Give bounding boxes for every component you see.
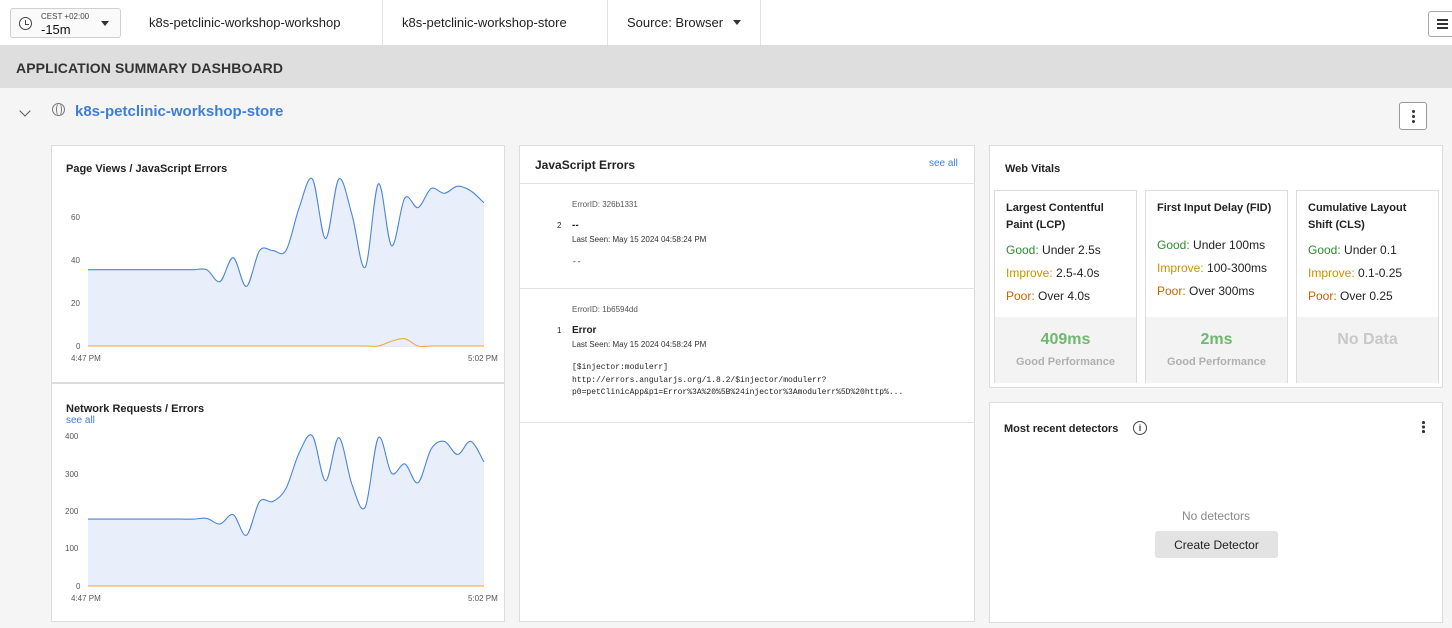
error-last-seen: Last Seen: May 15 2024 04:58:24 PM (572, 340, 707, 349)
vital-title: Cumulative Layout Shift (CLS) (1308, 202, 1407, 231)
vital-title: Largest Contentful Paint (LCP) (1006, 202, 1104, 231)
improve-label: Improve: (1157, 261, 1204, 275)
kebab-icon (1412, 110, 1415, 113)
detectors-title: Most recent detectors (1004, 423, 1119, 435)
vital-good-row: Good: Under 2.5s (1006, 243, 1101, 257)
poor-threshold: Over 0.25 (1336, 289, 1393, 303)
vital-value: No Data (1337, 331, 1398, 348)
app-name-link[interactable]: k8s-petclinic-workshop-store (75, 103, 283, 120)
good-threshold: Under 100ms (1189, 238, 1266, 252)
good-label: Good: (1157, 238, 1190, 252)
globe-icon (52, 103, 65, 116)
vital-improve-row: Improve: 2.5-4.0s (1006, 266, 1099, 280)
source-filter-label: Source: Browser (627, 15, 724, 30)
vital-poor-row: Poor: Over 300ms (1157, 284, 1254, 298)
improve-label: Improve: (1308, 266, 1355, 280)
app-actions-button[interactable] (1399, 102, 1427, 130)
x-tick-label: 5:02 PM (468, 594, 498, 603)
vital-title: First Input Delay (FID) (1157, 202, 1272, 214)
js-errors-see-all-link[interactable]: see all (929, 158, 958, 169)
source-filter-dropdown[interactable]: Source: Browser (608, 0, 761, 45)
time-range-picker[interactable]: CEST +02:00 -15m (10, 8, 121, 38)
network-requests-chart (87, 434, 485, 587)
chevron-down-icon (733, 20, 741, 25)
vital-value: 409ms (1040, 331, 1091, 348)
create-detector-button[interactable]: Create Detector (1155, 531, 1278, 558)
vital-card-lcp: Largest Contentful Paint (LCP) Good: Und… (994, 190, 1137, 383)
good-label: Good: (1308, 243, 1341, 257)
kebab-icon (1422, 421, 1425, 424)
vital-status: Good Performance (1015, 356, 1116, 368)
menu-button[interactable] (1428, 11, 1452, 37)
vital-footer: 2ms Good Performance (1146, 317, 1287, 383)
vital-footer: 409ms Good Performance (995, 317, 1136, 383)
series-area (88, 434, 484, 586)
vital-good-row: Good: Under 0.1 (1308, 243, 1397, 257)
error-message: -- (572, 258, 582, 267)
poor-label: Poor: (1308, 289, 1337, 303)
vital-good-row: Good: Under 100ms (1157, 238, 1265, 252)
javascript-errors-title: JavaScript Errors (535, 158, 636, 172)
vital-card-fid: First Input Delay (FID) Good: Under 100m… (1145, 190, 1288, 383)
breadcrumb-application[interactable]: k8s-petclinic-workshop-store (383, 0, 608, 45)
error-id: ErrorID: 326b1331 (572, 200, 638, 209)
timezone-label: CEST +02:00 (41, 12, 90, 21)
error-count: 2 (557, 221, 562, 230)
time-range-value: -15m (41, 22, 71, 37)
section-header: APPLICATION SUMMARY DASHBOARD (0, 46, 1452, 88)
web-vitals-panel: Web Vitals Largest Contentful Paint (LCP… (989, 145, 1443, 388)
error-name: Error (572, 325, 597, 336)
vital-footer: No Data (1297, 317, 1438, 383)
chevron-down-icon (101, 21, 109, 26)
detectors-actions-button[interactable] (1411, 420, 1435, 440)
poor-threshold: Over 300ms (1185, 284, 1255, 298)
improve-threshold: 0.1-0.25 (1354, 266, 1403, 280)
series-area (88, 178, 484, 346)
x-tick-label: 5:02 PM (468, 354, 498, 363)
good-threshold: Under 0.1 (1340, 243, 1397, 257)
clock-icon (19, 17, 32, 30)
x-tick-label: 4:47 PM (71, 354, 101, 363)
collapse-chevron-icon[interactable] (19, 105, 31, 117)
error-name: -- (572, 220, 579, 231)
vital-status: Good Performance (1166, 356, 1267, 368)
vital-poor-row: Poor: Over 4.0s (1006, 289, 1090, 303)
network-requests-panel: Network Requests / Errors see all 400 30… (51, 383, 505, 622)
divider (520, 422, 975, 423)
poor-label: Poor: (1006, 289, 1035, 303)
vital-card-cls: Cumulative Layout Shift (CLS) Good: Unde… (1296, 190, 1439, 383)
vital-improve-row: Improve: 0.1-0.25 (1308, 266, 1402, 280)
good-threshold: Under 2.5s (1038, 243, 1101, 257)
hamburger-icon (1437, 19, 1448, 21)
page-views-chart (88, 177, 485, 348)
vital-value: 2ms (1200, 331, 1233, 348)
poor-threshold: Over 4.0s (1034, 289, 1091, 303)
x-tick-label: 4:47 PM (71, 594, 101, 603)
empty-state-text: No detectors (1181, 509, 1251, 523)
page-views-panel: Page Views / JavaScript Errors 60 40 20 … (51, 145, 505, 383)
web-vitals-title: Web Vitals (1005, 163, 1061, 175)
vital-improve-row: Improve: 100-300ms (1157, 261, 1267, 275)
improve-label: Improve: (1006, 266, 1053, 280)
javascript-errors-panel: JavaScript Errors see all ErrorID: 326b1… (519, 145, 975, 622)
error-last-seen: Last Seen: May 15 2024 04:58:24 PM (572, 235, 707, 244)
poor-label: Poor: (1157, 284, 1186, 298)
app-row: k8s-petclinic-workshop-store (0, 88, 1452, 138)
page-title: APPLICATION SUMMARY DASHBOARD (16, 60, 284, 76)
improve-threshold: 100-300ms (1203, 261, 1268, 275)
vital-poor-row: Poor: Over 0.25 (1308, 289, 1393, 303)
info-icon[interactable]: i (1133, 421, 1147, 435)
error-id: ErrorID: 1b6594dd (572, 305, 638, 314)
good-label: Good: (1006, 243, 1039, 257)
error-count: 1 (557, 326, 562, 335)
top-bar: CEST +02:00 -15m k8s-petclinic-workshop-… (0, 0, 1452, 46)
divider (520, 288, 975, 289)
breadcrumb-environment[interactable]: k8s-petclinic-workshop-workshop (130, 0, 383, 45)
error-message: [$injector:modulerr] http://errors.angul… (572, 363, 904, 397)
divider (520, 183, 975, 184)
improve-threshold: 2.5-4.0s (1052, 266, 1100, 280)
